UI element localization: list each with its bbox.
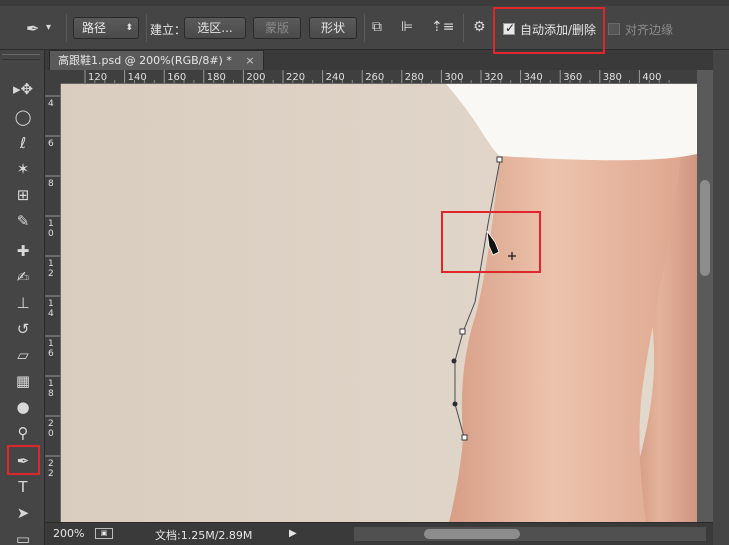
ruler-label: 8 xyxy=(48,179,54,189)
anchor-point[interactable] xyxy=(461,434,468,441)
ruler-label: 1 xyxy=(48,339,54,349)
tools-panel-grip[interactable] xyxy=(2,54,40,60)
ruler-label: 4 xyxy=(48,99,54,109)
pen-tool-preset-icon[interactable]: ✒ xyxy=(26,19,39,38)
vertical-scrollbar[interactable] xyxy=(697,70,713,522)
ruler-label: 360 xyxy=(563,72,582,83)
create-label: 建立： xyxy=(150,23,187,37)
close-icon[interactable]: × xyxy=(245,54,254,67)
path-arrangement-icon[interactable]: ⇡≡ xyxy=(431,19,454,35)
ruler-label: 180 xyxy=(207,72,226,83)
shape-button[interactable]: 形状 xyxy=(309,17,357,39)
canvas-image xyxy=(61,84,697,522)
history-brush-tool-icon[interactable]: ↺ xyxy=(8,318,38,340)
ruler-label: 200 xyxy=(246,72,265,83)
horizontal-scrollbar[interactable] xyxy=(354,527,706,541)
eraser-tool-icon[interactable]: ▱ xyxy=(8,344,38,366)
align-edges-label: 对齐边缘 xyxy=(625,23,674,37)
gradient-tool-icon[interactable]: ▦ xyxy=(8,370,38,392)
separator xyxy=(66,14,67,42)
ruler-label: 8 xyxy=(48,389,54,399)
ruler-label: 120 xyxy=(88,72,107,83)
brush-tool-icon[interactable]: ✍ xyxy=(8,266,38,288)
ruler-label: 160 xyxy=(167,72,186,83)
type-tool-icon[interactable]: T xyxy=(8,476,38,498)
status-menu-arrow-icon[interactable]: ▶ xyxy=(289,528,297,539)
vertical-ruler[interactable]: 46810121416182022 xyxy=(45,84,61,522)
ruler-label: 340 xyxy=(524,72,543,83)
status-bar: 200% ▣ 文档:1.25M/2.89M ▶ xyxy=(45,522,713,545)
ruler-label: 2 xyxy=(48,469,54,479)
right-panel-edge xyxy=(713,50,729,545)
anchor-point[interactable] xyxy=(452,401,458,407)
document-tab-title: 高跟鞋1.psd @ 200%(RGB/8#) * xyxy=(58,54,232,67)
separator xyxy=(463,14,464,42)
crop-tool-icon[interactable]: ⊞ xyxy=(8,184,38,206)
zoom-level[interactable]: 200% xyxy=(53,527,84,540)
selection-button[interactable]: 选区... xyxy=(184,17,246,39)
anchor-point[interactable] xyxy=(496,156,503,163)
lasso-tool-icon[interactable]: ℓ xyxy=(8,132,38,154)
align-edges-checkbox[interactable] xyxy=(608,23,620,35)
path-operations-icon[interactable]: ⧉ xyxy=(372,19,382,35)
document-tab-bar: 高跟鞋1.psd @ 200%(RGB/8#) * × » xyxy=(45,50,729,70)
ruler-label: 2 xyxy=(48,269,54,279)
ruler-label: 1 xyxy=(48,299,54,309)
mode-select-value: 路径 xyxy=(82,21,107,35)
document-tab[interactable]: 高跟鞋1.psd @ 200%(RGB/8#) * × xyxy=(49,50,264,70)
tool-preset-chevron-down-icon[interactable]: ▾ xyxy=(46,22,51,33)
ruler-label: 6 xyxy=(48,349,54,359)
mask-button[interactable]: 蒙版 xyxy=(253,17,301,39)
ruler-label: 300 xyxy=(444,72,463,83)
separator xyxy=(364,14,365,42)
ruler-label: 1 xyxy=(48,219,54,229)
highlight-cursor-area xyxy=(441,211,541,273)
marquee-tool-icon[interactable]: ◯ xyxy=(8,106,38,128)
ruler-label: 1 xyxy=(48,379,54,389)
ruler-origin[interactable] xyxy=(45,70,61,84)
path-alignment-icon[interactable]: ⊫ xyxy=(401,19,413,35)
highlight-pen-tool xyxy=(7,445,40,475)
move-tool-icon[interactable]: ▸✥ xyxy=(8,78,38,100)
healing-brush-tool-icon[interactable]: ✚ xyxy=(8,240,38,262)
vertical-ruler-ticks: 46810121416182022 xyxy=(45,95,60,479)
ruler-label: 400 xyxy=(642,72,661,83)
separator xyxy=(146,14,147,42)
mode-select[interactable]: 路径 ⬍ xyxy=(73,17,139,39)
ruler-label: 220 xyxy=(286,72,305,83)
gear-icon[interactable]: ⚙ xyxy=(473,19,486,35)
ruler-label: 260 xyxy=(365,72,384,83)
ruler-label: 6 xyxy=(48,139,54,149)
document-canvas[interactable] xyxy=(61,84,697,522)
ruler-label: 380 xyxy=(603,72,622,83)
ruler-label: 1 xyxy=(48,259,54,269)
document-info: 文档:1.25M/2.89M xyxy=(155,529,253,542)
horizontal-ruler-ticks: 120 140 160 180 200 220 240 260 280 300 320 340 360 3… xyxy=(84,70,670,83)
ruler-label: 320 xyxy=(484,72,503,83)
eyedropper-tool-icon[interactable]: ✎ xyxy=(8,210,38,232)
dodge-tool-icon[interactable]: ⚲ xyxy=(8,422,38,444)
ruler-label: 140 xyxy=(128,72,147,83)
ruler-label: 0 xyxy=(48,429,54,439)
ruler-label: 240 xyxy=(326,72,345,83)
horizontal-ruler[interactable]: 120 140 160 180 200 220 240 260 280 300 320 340 360 3… xyxy=(61,70,697,84)
vertical-scrollbar-thumb[interactable] xyxy=(700,180,710,276)
ruler-label: 2 xyxy=(48,459,54,469)
mode-select-chevron-icon: ⬍ xyxy=(125,23,133,33)
shape-tool-icon[interactable]: ▭ xyxy=(8,528,38,545)
ruler-label: 2 xyxy=(48,419,54,429)
clone-stamp-tool-icon[interactable]: ⊥ xyxy=(8,292,38,314)
path-selection-tool-icon[interactable]: ➤ xyxy=(8,502,38,524)
ruler-label: 280 xyxy=(405,72,424,83)
proof-setup-icon[interactable]: ▣ xyxy=(95,528,113,539)
highlight-auto-add-delete xyxy=(493,7,605,54)
options-bar: ✒ ▾ 路径 ⬍ 建立： 选区... 蒙版 形状 ⧉ ⊫ ⇡≡ ⚙ ✓ 自动添加… xyxy=(0,6,729,50)
ruler-label: 4 xyxy=(48,309,54,319)
anchor-point[interactable] xyxy=(459,328,466,335)
blur-tool-icon[interactable]: ● xyxy=(8,396,38,418)
anchor-point[interactable] xyxy=(451,358,457,364)
magic-wand-tool-icon[interactable]: ✶ xyxy=(8,158,38,180)
horizontal-scrollbar-thumb[interactable] xyxy=(424,529,520,539)
ruler-label: 0 xyxy=(48,229,54,239)
